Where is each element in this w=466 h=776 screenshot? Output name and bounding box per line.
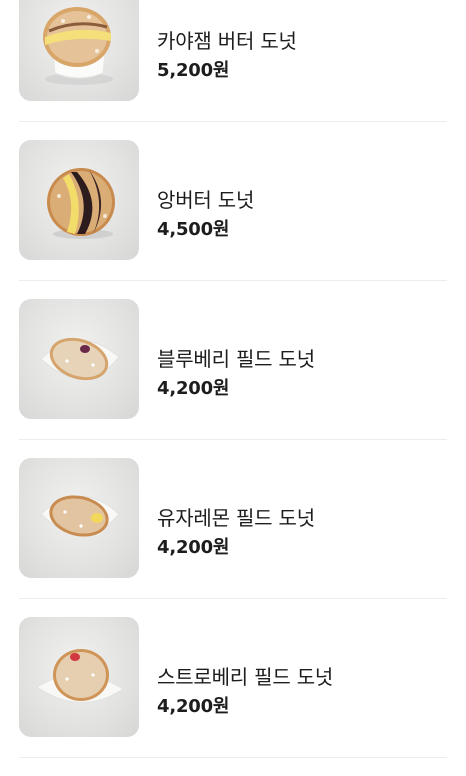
divider [19, 121, 447, 122]
divider [19, 757, 447, 758]
kaya-jam-butter-donut-photo[interactable] [19, 0, 139, 101]
menu-item-yuzu-lemon-filled-donut[interactable]: 유자레몬 필드 도넛 4,200원 [0, 458, 466, 617]
item-name: 블루베리 필드 도넛 [157, 347, 315, 371]
item-price: 5,200원 [157, 60, 230, 81]
item-name: 스트로베리 필드 도넛 [157, 665, 334, 689]
item-price: 4,200원 [157, 696, 230, 717]
item-price: 4,500원 [157, 219, 230, 240]
red-bean-butter-donut-photo[interactable] [19, 140, 139, 260]
menu-item-red-bean-butter-donut[interactable]: 앙버터 도넛 4,500원 [0, 140, 466, 299]
item-name: 카야잼 버터 도넛 [157, 29, 297, 53]
item-name: 유자레몬 필드 도넛 [157, 506, 315, 530]
blueberry-filled-donut-photo[interactable] [19, 299, 139, 419]
item-price: 4,200원 [157, 378, 230, 399]
item-name: 앙버터 도넛 [157, 188, 255, 212]
menu-item-blueberry-filled-donut[interactable]: 블루베리 필드 도넛 4,200원 [0, 299, 466, 458]
divider [19, 280, 447, 281]
divider [19, 439, 447, 440]
item-price: 4,200원 [157, 537, 230, 558]
strawberry-filled-donut-photo[interactable] [19, 617, 139, 737]
menu-item-kaya-jam-butter-donut[interactable]: 카야잼 버터 도넛 5,200원 [0, 0, 466, 140]
menu-list: 카야잼 버터 도넛 5,200원 앙버터 도넛 4,500원 블루베리 필드 도… [0, 0, 466, 776]
yuzu-lemon-filled-donut-photo[interactable] [19, 458, 139, 578]
divider [19, 598, 447, 599]
menu-item-strawberry-filled-donut[interactable]: 스트로베리 필드 도넛 4,200원 [0, 617, 466, 776]
